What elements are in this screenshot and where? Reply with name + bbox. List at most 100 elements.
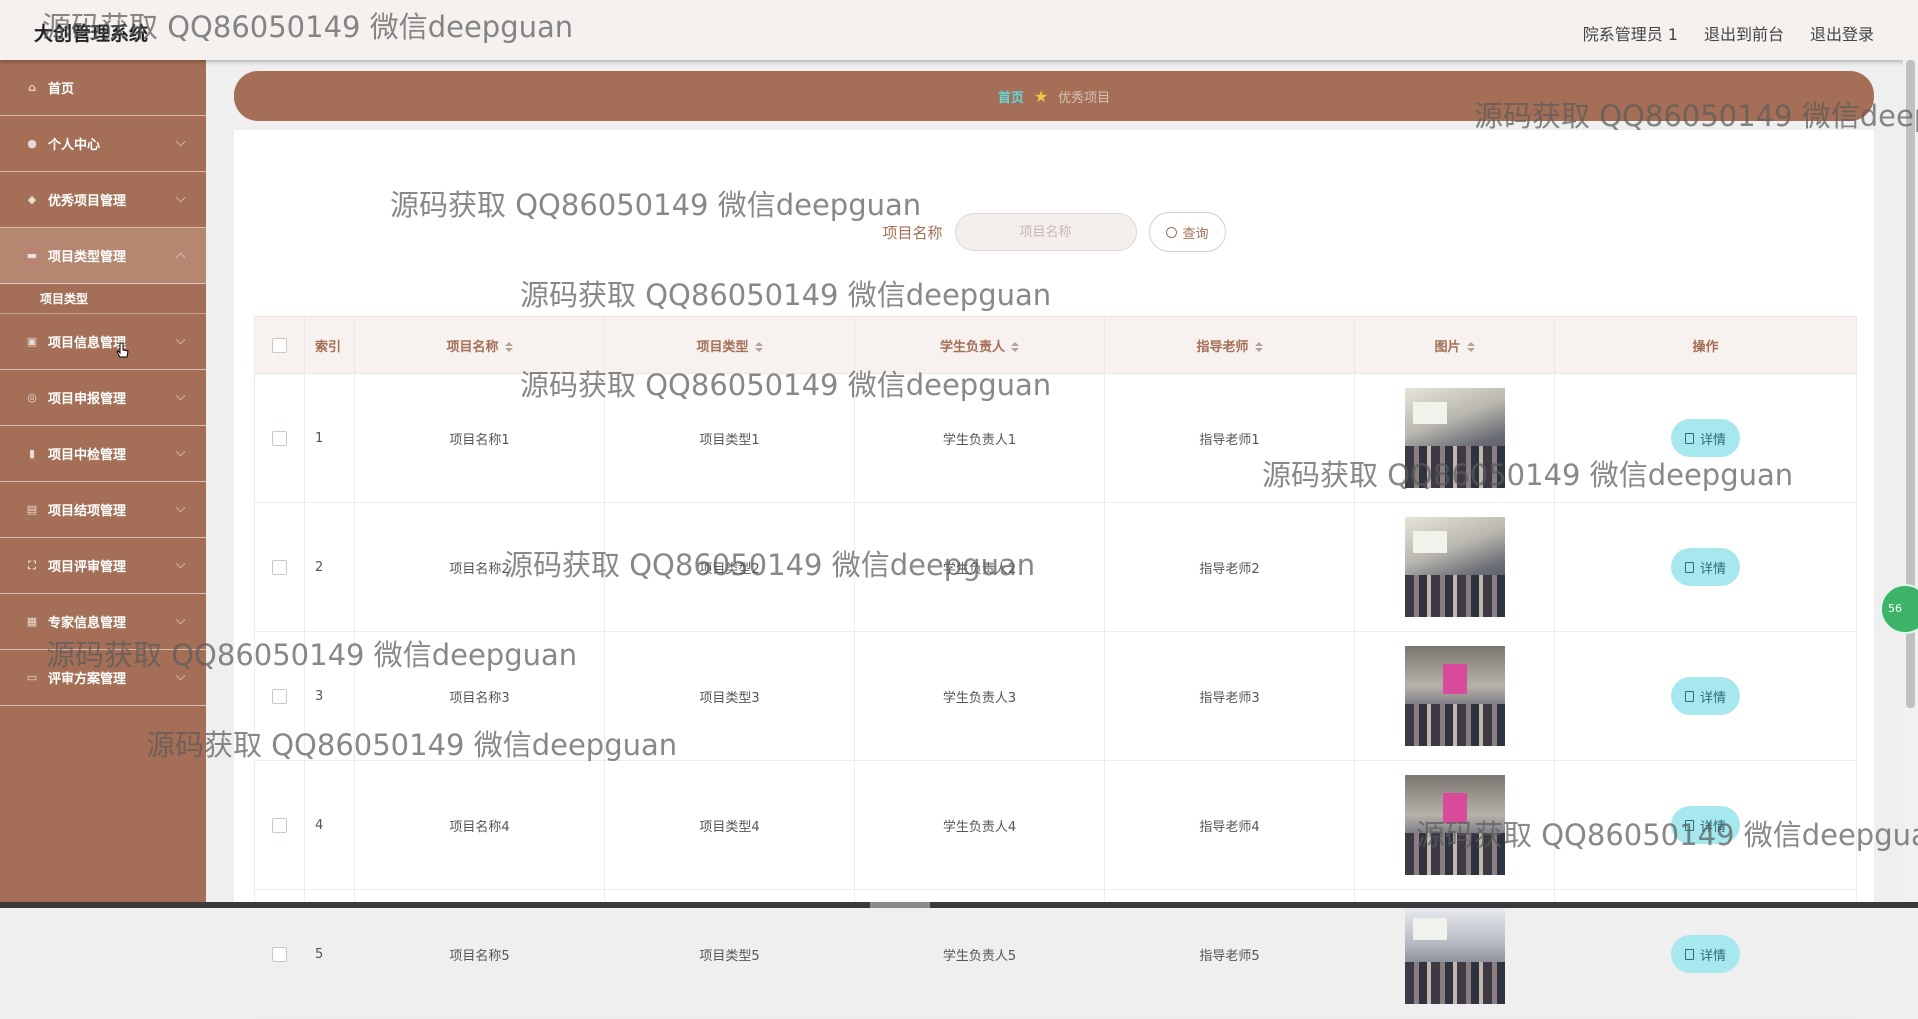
mic-icon: ▮ (28, 447, 36, 460)
document-icon (1684, 819, 1694, 831)
cell-index: 5 (304, 889, 355, 1019)
detail-button[interactable]: 详情 (1670, 419, 1740, 457)
detail-button-label: 详情 (1699, 948, 1726, 964)
exit-to-front-link[interactable]: 退出到前台 (1704, 21, 1784, 45)
sidebar-item-label: 专家信息管理 (48, 616, 127, 631)
column-header-label: 图片 (1434, 339, 1461, 355)
table-row: 3 项目名称3 项目类型3 学生负责人3 指导老师3 详情 (254, 631, 1857, 761)
row-checkbox-cell (254, 889, 305, 1019)
cell-student: 学生负责人4 (854, 760, 1105, 890)
cell-index: 3 (304, 631, 355, 761)
cell-type: 项目类型3 (604, 631, 855, 761)
chevron-down-icon (175, 136, 186, 147)
table-row: 4 项目名称4 项目类型4 学生负责人4 指导老师4 详情 (254, 760, 1857, 890)
cell-index: 2 (304, 502, 355, 632)
select-all-cell (254, 316, 305, 374)
sidebar-item-project-type[interactable]: ▬ 项目类型管理 (0, 228, 206, 284)
cell-image (1354, 889, 1555, 1019)
detail-button[interactable]: 详情 (1670, 548, 1740, 586)
table-header-row: 索引 项目名称 项目类型 学生负责人 指导老师 图片 操作 (254, 316, 1857, 374)
sidebar-item-plan[interactable]: ▭ 评审方案管理 (0, 650, 206, 706)
home-icon: ⌂ (28, 81, 36, 94)
project-table: 索引 项目名称 项目类型 学生负责人 指导老师 图片 操作 1 项目名称1 项目… (254, 316, 1857, 1019)
sidebar-item-label: 项目申报管理 (48, 392, 127, 407)
cell-teacher: 指导老师5 (1104, 889, 1355, 1019)
cell-name: 项目名称3 (354, 631, 605, 761)
detail-button[interactable]: 详情 (1670, 677, 1740, 715)
chevron-down-icon (175, 192, 186, 203)
sidebar-item-finish[interactable]: ▤ 项目结项管理 (0, 482, 206, 538)
row-checkbox[interactable] (272, 946, 287, 962)
sidebar-item-apply[interactable]: ◎ 项目申报管理 (0, 370, 206, 426)
logout-link[interactable]: 退出登录 (1810, 21, 1874, 45)
top-links: 院系管理员 1 退出到前台 退出登录 (1583, 21, 1874, 45)
chevron-down-icon (175, 446, 186, 457)
column-header-type[interactable]: 项目类型 (604, 316, 855, 374)
review-icon: ⛶ (28, 558, 36, 572)
sort-icon[interactable] (1011, 342, 1019, 352)
cell-type: 项目类型1 (604, 373, 855, 503)
sort-icon[interactable] (754, 342, 763, 352)
detail-button[interactable]: 详情 (1670, 806, 1740, 844)
search-icon (1165, 226, 1177, 238)
project-image[interactable] (1404, 646, 1505, 746)
sidebar-item-home[interactable]: ⌂ 首页 (0, 60, 206, 116)
sort-icon[interactable] (1254, 342, 1263, 352)
finish-icon: ▤ (26, 503, 38, 516)
column-header-name[interactable]: 项目名称 (354, 316, 605, 374)
detail-button-label: 详情 (1699, 819, 1726, 835)
chevron-down-icon (175, 502, 186, 513)
detail-button[interactable]: 详情 (1670, 935, 1740, 973)
select-all-checkbox[interactable] (272, 337, 287, 353)
app-title: 大创管理系统 (34, 23, 149, 45)
sidebar-item-label: 评审方案管理 (48, 672, 127, 687)
sidebar-item-expert[interactable]: ▦ 专家信息管理 (0, 594, 206, 650)
sort-icon[interactable] (1466, 342, 1475, 352)
sidebar-item-midcheck[interactable]: ▮ 项目中检管理 (0, 426, 206, 482)
row-checkbox[interactable] (272, 817, 287, 833)
folder-icon: ▬ (26, 249, 38, 262)
project-image[interactable] (1404, 388, 1505, 488)
breadcrumb-home-link[interactable]: 首页 (998, 87, 1024, 106)
project-image[interactable] (1404, 775, 1505, 875)
sidebar-item-review[interactable]: ⛶ 项目评审管理 (0, 538, 206, 594)
cell-image (1354, 502, 1555, 632)
plan-icon: ▭ (26, 671, 38, 684)
column-header-label: 学生负责人 (939, 339, 1005, 355)
award-icon: ◆ (27, 193, 37, 206)
apply-icon: ◎ (27, 391, 37, 404)
search-label: 项目名称 (882, 223, 943, 242)
chevron-down-icon (175, 670, 186, 681)
cell-name: 项目名称5 (354, 889, 605, 1019)
sort-icon[interactable] (504, 342, 513, 352)
column-header-image[interactable]: 图片 (1354, 316, 1555, 374)
sidebar-item-personal[interactable]: ● 个人中心 (0, 116, 206, 172)
column-header-teacher[interactable]: 指导老师 (1104, 316, 1355, 374)
current-user-link[interactable]: 院系管理员 1 (1583, 21, 1678, 45)
row-checkbox[interactable] (272, 559, 287, 575)
cell-student: 学生负责人5 (854, 889, 1105, 1019)
column-header-index: 索引 (304, 316, 355, 374)
cell-action: 详情 (1554, 760, 1857, 890)
cell-action: 详情 (1554, 889, 1857, 1019)
sidebar-item-excellent[interactable]: ◆ 优秀项目管理 (0, 172, 206, 228)
search-input[interactable] (954, 213, 1137, 251)
detail-button-label: 详情 (1699, 561, 1726, 577)
column-header-student[interactable]: 学生负责人 (854, 316, 1105, 374)
row-checkbox[interactable] (272, 688, 287, 704)
document-icon (1684, 690, 1694, 702)
taskbar-highlight (870, 902, 930, 908)
page-scrollbar[interactable] (1903, 60, 1918, 908)
document-icon (1684, 948, 1694, 960)
cell-image (1354, 373, 1555, 503)
project-image[interactable] (1404, 517, 1505, 617)
row-checkbox-cell (254, 760, 305, 890)
cell-teacher: 指导老师2 (1104, 502, 1355, 632)
submenu-project-type[interactable]: 项目类型 (0, 284, 206, 314)
row-checkbox[interactable] (272, 430, 287, 446)
search-button[interactable]: 查询 (1148, 212, 1226, 252)
sidebar-item-project-info[interactable]: ▣ 项目信息管理 (0, 314, 206, 370)
project-image[interactable] (1404, 904, 1505, 1004)
cell-name: 项目名称1 (354, 373, 605, 503)
sidebar-item-label: 首页 (48, 82, 75, 97)
